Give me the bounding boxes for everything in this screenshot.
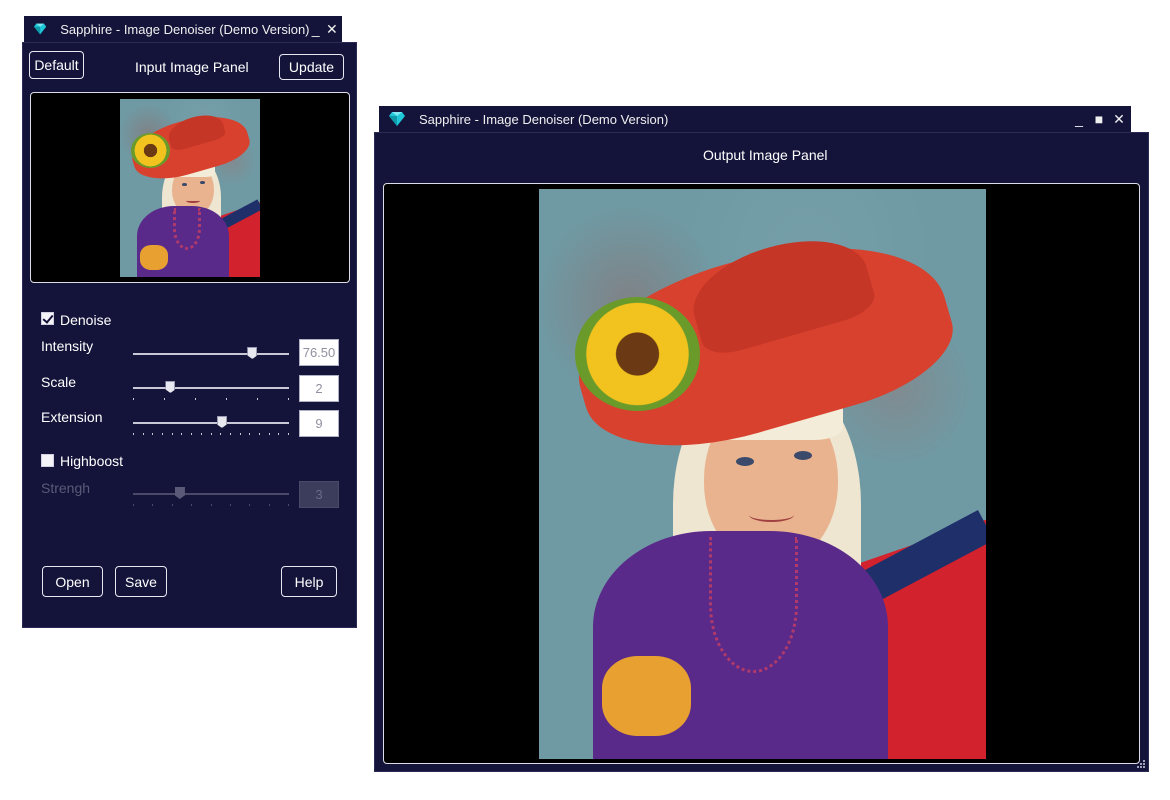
slider-tick bbox=[191, 433, 193, 435]
strength-slider[interactable] bbox=[133, 484, 289, 506]
slider-tick bbox=[171, 433, 173, 435]
open-button[interactable]: Open bbox=[42, 566, 103, 597]
slider-tick bbox=[142, 433, 144, 435]
diamond-icon bbox=[34, 23, 47, 35]
output-window: Output Image Panel bbox=[374, 132, 1149, 772]
slider-tick bbox=[133, 433, 134, 435]
maximize-icon[interactable]: ■ bbox=[1091, 111, 1107, 127]
slider-tick bbox=[133, 504, 134, 506]
scale-slider-thumb[interactable] bbox=[165, 381, 176, 393]
slider-tick bbox=[288, 398, 289, 400]
slider-tick bbox=[288, 504, 289, 506]
input-image-frame bbox=[30, 92, 350, 283]
minimize-icon[interactable]: _ bbox=[310, 21, 322, 37]
strength-label: Strengh bbox=[41, 480, 91, 496]
slider-tick bbox=[258, 433, 260, 435]
extension-label: Extension bbox=[41, 409, 103, 425]
slider-tick bbox=[191, 504, 193, 506]
slider-tick bbox=[288, 433, 289, 435]
highboost-label: Highboost bbox=[60, 453, 124, 469]
slider-tick bbox=[249, 433, 251, 435]
slider-tick bbox=[268, 433, 270, 435]
scale-label: Scale bbox=[41, 374, 77, 390]
resize-grip-icon[interactable] bbox=[1136, 759, 1146, 769]
slider-tick bbox=[152, 504, 154, 506]
right-window-titlebar[interactable]: Sapphire - Image Denoiser (Demo Version)… bbox=[379, 106, 1131, 132]
right-window-title: Sapphire - Image Denoiser (Demo Version) bbox=[419, 111, 669, 127]
slider-tick bbox=[171, 504, 173, 506]
slider-tick bbox=[239, 433, 241, 435]
help-button[interactable]: Help bbox=[281, 566, 337, 597]
output-panel-title: Output Image Panel bbox=[703, 147, 828, 163]
intensity-label: Intensity bbox=[41, 338, 94, 354]
slider-tick bbox=[152, 433, 154, 435]
denoise-checkbox[interactable] bbox=[41, 312, 54, 325]
slider-tick bbox=[195, 398, 196, 400]
slider-tick bbox=[257, 398, 258, 400]
slider-tick bbox=[164, 398, 165, 400]
extension-value[interactable]: 9 bbox=[299, 410, 339, 437]
input-image bbox=[120, 99, 260, 277]
extension-slider-thumb[interactable] bbox=[216, 416, 227, 428]
intensity-slider-thumb[interactable] bbox=[247, 347, 258, 359]
close-icon[interactable]: ✕ bbox=[1111, 111, 1127, 127]
scale-slider[interactable] bbox=[133, 378, 289, 400]
intensity-slider[interactable] bbox=[133, 344, 289, 364]
left-window-titlebar[interactable]: Sapphire - Image Denoiser (Demo Version)… bbox=[24, 16, 342, 42]
input-panel-title: Input Image Panel bbox=[135, 59, 249, 75]
slider-tick bbox=[226, 398, 227, 400]
output-image-frame bbox=[383, 183, 1140, 764]
slider-tick bbox=[162, 433, 164, 435]
slider-tick bbox=[200, 433, 202, 435]
slider-tick bbox=[210, 433, 212, 435]
minimize-icon[interactable]: _ bbox=[1071, 111, 1087, 127]
input-window: Default Input Image Panel Update Denoise… bbox=[22, 42, 357, 628]
highboost-checkbox[interactable] bbox=[41, 454, 54, 467]
strength-value[interactable]: 3 bbox=[299, 481, 339, 508]
slider-tick bbox=[220, 433, 222, 435]
slider-tick bbox=[229, 433, 231, 435]
diamond-icon bbox=[389, 112, 405, 126]
slider-tick bbox=[278, 433, 280, 435]
denoise-label: Denoise bbox=[60, 312, 112, 328]
close-icon[interactable]: ✕ bbox=[326, 21, 338, 37]
slider-tick bbox=[181, 433, 183, 435]
slider-tick bbox=[133, 398, 134, 400]
extension-slider[interactable] bbox=[133, 413, 289, 435]
output-image bbox=[539, 189, 986, 759]
slider-tick bbox=[249, 504, 251, 506]
slider-tick bbox=[268, 504, 270, 506]
slider-tick bbox=[210, 504, 212, 506]
update-button[interactable]: Update bbox=[279, 54, 344, 80]
intensity-value[interactable]: 76.50 bbox=[299, 339, 339, 366]
scale-value[interactable]: 2 bbox=[299, 375, 339, 402]
default-button[interactable]: Default bbox=[29, 51, 84, 79]
strength-slider-thumb[interactable] bbox=[174, 487, 185, 499]
slider-tick bbox=[229, 504, 231, 506]
save-button[interactable]: Save bbox=[115, 566, 167, 597]
left-window-title: Sapphire - Image Denoiser (Demo Version) bbox=[60, 21, 310, 37]
